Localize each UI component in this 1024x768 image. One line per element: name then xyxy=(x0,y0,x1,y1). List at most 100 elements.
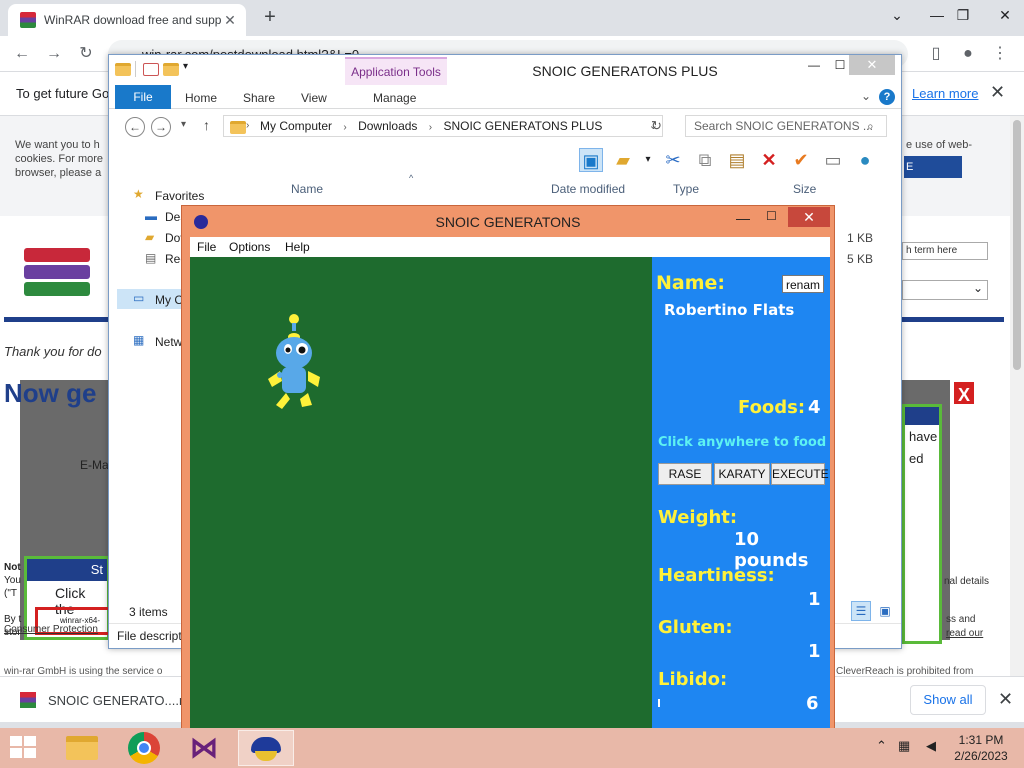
show-hidden-icons-icon[interactable]: ⌃ xyxy=(876,738,887,754)
explorer-title-bar: ▾ Application Tools SNOIC GENERATONS PLU… xyxy=(109,55,901,85)
browser-tab[interactable]: WinRAR download free and supp ✕ xyxy=(8,4,246,36)
cut-icon[interactable]: ✂ xyxy=(661,148,685,172)
system-clock[interactable]: 1:31 PM 2/26/2023 xyxy=(944,732,1018,764)
modal-close-icon[interactable]: X xyxy=(952,380,976,406)
tab-close-icon[interactable]: ✕ xyxy=(222,12,238,29)
column-type[interactable]: Type xyxy=(673,182,699,196)
address-folder-icon xyxy=(230,121,246,134)
preview-pane-icon[interactable]: ▣ xyxy=(579,148,603,172)
play-area[interactable] xyxy=(190,257,652,733)
delete-icon[interactable]: ✕ xyxy=(757,148,781,172)
reload-icon[interactable]: ↻ xyxy=(74,42,98,66)
sort-arrow-icon: ^ xyxy=(409,173,414,183)
chrome-taskbar-icon[interactable] xyxy=(116,730,172,766)
rase-button[interactable]: RASE xyxy=(658,463,712,485)
sidebar-icon[interactable]: ▯ xyxy=(924,42,948,66)
download-bar-close-icon[interactable]: ✕ xyxy=(998,689,1013,710)
explorer-back-icon[interactable]: ← xyxy=(125,117,145,137)
explorer-forward-icon[interactable]: → xyxy=(151,117,171,137)
file-explorer-taskbar-icon[interactable] xyxy=(54,730,110,766)
chao-pet-sprite[interactable] xyxy=(254,309,334,429)
desktop-icon: ▬ xyxy=(145,209,157,223)
karaty-button[interactable]: KARATY xyxy=(714,463,770,485)
breadcrumb-snoic-folder[interactable]: SNOIC GENERATONS PLUS xyxy=(443,119,602,133)
execute-button[interactable]: EXECUTE xyxy=(771,463,829,485)
recent-locations-icon[interactable]: ▾ xyxy=(181,119,186,130)
back-icon[interactable]: ← xyxy=(10,42,34,66)
snoic-game-taskbar-icon[interactable] xyxy=(238,730,294,766)
ribbon-tab-share[interactable]: Share xyxy=(243,91,275,105)
cookie-text-right: e use of web- xyxy=(906,139,973,151)
globe-icon[interactable]: ● xyxy=(853,148,877,172)
details-view-icon[interactable]: ☰ xyxy=(851,601,871,621)
menu-options[interactable]: Options xyxy=(229,240,270,254)
page-scrollbar[interactable] xyxy=(1010,116,1024,684)
show-all-button[interactable]: Show all xyxy=(910,685,986,715)
chrome-tab-bar: WinRAR download free and supp ✕ + ⌄ — ❐ … xyxy=(0,0,1024,36)
nav-my-computer[interactable]: My C xyxy=(155,293,183,307)
ribbon-tab-view[interactable]: View xyxy=(301,91,327,105)
info-bar-message: To get future Go xyxy=(16,86,110,101)
ribbon-tab-file[interactable]: File xyxy=(115,85,171,109)
menu-file[interactable]: File xyxy=(197,240,216,254)
rename-check-icon[interactable]: ✔ xyxy=(789,148,813,172)
site-search-input[interactable]: h term here xyxy=(902,242,988,260)
tool-dropdown-icon[interactable]: ▾ xyxy=(643,148,653,172)
ribbon-tab-home[interactable]: Home xyxy=(185,91,217,105)
address-row: ← → ▾ ↑ › My Computer › Downloads › SNOI… xyxy=(109,111,901,141)
feed-hint: Click anywhere to food xyxy=(658,435,827,450)
column-size[interactable]: Size xyxy=(793,182,816,196)
winrar-favicon-icon xyxy=(20,12,36,28)
column-name[interactable]: Name xyxy=(291,182,323,196)
chrome-close-button[interactable]: ✕ xyxy=(982,0,1024,30)
explorer-minimize-button[interactable]: — xyxy=(801,55,827,75)
download-item[interactable]: SNOIC GENERATO....rar xyxy=(48,693,195,708)
game-maximize-button[interactable]: ☐ xyxy=(766,209,777,223)
item-count: 3 items xyxy=(129,605,168,619)
help-icon[interactable]: ? xyxy=(879,89,895,105)
consumer-protection-link[interactable]: Consumer Protection xyxy=(4,624,98,635)
paste-icon[interactable]: ▤ xyxy=(725,148,749,172)
language-select[interactable]: ⌄ xyxy=(902,280,988,300)
explorer-close-button[interactable]: ✕ xyxy=(849,55,895,75)
explorer-address-bar[interactable]: › My Computer › Downloads › SNOIC GENERA… xyxy=(223,115,663,137)
breadcrumb-my-computer[interactable]: My Computer xyxy=(260,119,332,133)
new-tab-button[interactable]: + xyxy=(258,6,282,30)
learn-more-link[interactable]: Learn more xyxy=(912,86,978,101)
breadcrumb-downloads[interactable]: Downloads xyxy=(358,119,417,133)
favorites-star-icon: ★ xyxy=(133,187,144,201)
game-minimize-button[interactable]: — xyxy=(736,210,750,226)
search-icon: ⌕ xyxy=(867,119,874,133)
new-folder-tool-icon[interactable]: ▰ xyxy=(611,148,635,172)
properties-tool-icon[interactable]: ▭ xyxy=(821,148,845,172)
column-date-modified[interactable]: Date modified xyxy=(551,182,625,196)
rename-button[interactable]: renam xyxy=(782,275,824,293)
clock-time: 1:31 PM xyxy=(958,733,1004,747)
start-button[interactable] xyxy=(10,736,38,760)
cookie-accept-button[interactable]: E xyxy=(904,156,962,178)
libido-bar xyxy=(658,699,660,707)
forward-icon[interactable]: → xyxy=(42,42,66,66)
info-bar-close-icon[interactable]: ✕ xyxy=(990,82,1005,103)
explorer-search-input[interactable]: Search SNOIC GENERATONS ... xyxy=(685,115,887,137)
large-icons-view-icon[interactable]: ▣ xyxy=(875,601,895,621)
chrome-restore-button[interactable]: ❐ xyxy=(940,0,986,30)
copy-icon[interactable]: ⧉ xyxy=(693,148,717,172)
privacy-link[interactable]: read our xyxy=(946,628,983,639)
up-icon[interactable]: ↑ xyxy=(203,117,210,133)
foods-label: Foods: xyxy=(738,397,806,418)
volume-icon[interactable]: ◀ xyxy=(926,738,936,754)
game-close-button[interactable]: ✕ xyxy=(788,207,830,227)
visual-studio-taskbar-icon[interactable]: ⋈ xyxy=(178,730,234,766)
refresh-icon[interactable]: ↻ xyxy=(651,118,662,134)
profile-avatar-icon[interactable]: ● xyxy=(956,42,980,66)
ribbon-tab-manage[interactable]: Manage xyxy=(373,91,416,105)
menu-help[interactable]: Help xyxy=(285,240,310,254)
network-tray-icon[interactable]: ▦ xyxy=(898,738,910,754)
nav-favorites[interactable]: Favorites xyxy=(155,189,204,203)
menu-kebab-icon[interactable]: ⋮ xyxy=(988,42,1012,66)
nav-network[interactable]: Netw xyxy=(155,335,182,349)
snoic-game-window: SNOIC GENERATONS — ☐ ✕ File Options Help… xyxy=(181,205,835,742)
foods-value: 4 xyxy=(808,397,821,418)
ribbon-expand-icon[interactable]: ⌄ xyxy=(861,89,871,103)
